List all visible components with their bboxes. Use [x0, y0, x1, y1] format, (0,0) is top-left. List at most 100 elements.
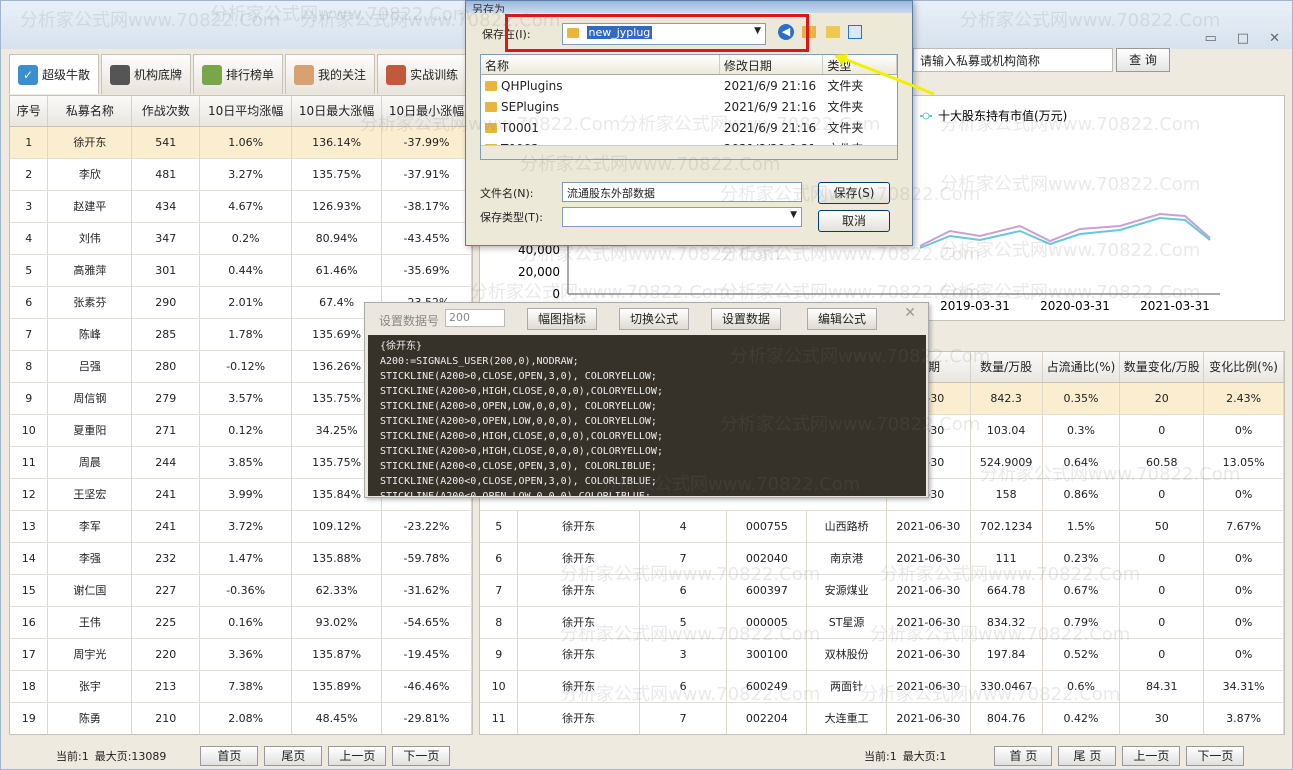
first-page-button[interactable]: 首页 [200, 746, 259, 766]
table-cell: 50 [1119, 510, 1205, 543]
table-cell: 李强 [47, 542, 133, 575]
chart-indicator-button[interactable]: 幅图指标 [527, 308, 597, 330]
table-cell: 664.78 [970, 574, 1043, 607]
table-row[interactable]: 18 张宇 213 7.38% 135.89% -46.46% [10, 670, 472, 703]
table-row[interactable]: 5 高雅萍 301 0.44% 61.46% -35.69% [10, 254, 472, 287]
first-page-button[interactable]: 首 页 [994, 746, 1053, 766]
column-header[interactable]: 数量变化/万股 [1119, 352, 1205, 383]
table-cell: 84.31 [1119, 670, 1205, 703]
last-page-button[interactable]: 尾页 [264, 746, 323, 766]
table-cell: 34.31% [1203, 670, 1284, 703]
filename-input[interactable]: 流通股东外部数据 [562, 182, 802, 202]
table-row[interactable]: 16 王伟 225 0.16% 93.02% -54.65% [10, 606, 472, 639]
column-header[interactable]: 私募名称 [47, 96, 133, 127]
table-cell: 330.0467 [970, 670, 1043, 703]
column-header[interactable]: 10日最大涨幅 [291, 96, 383, 127]
table-row[interactable]: 5 徐开东 4 000755 山西路桥 2021-06-30 702.1234 1.5% 50 7… [480, 510, 1284, 543]
column-header[interactable]: 数量/万股 [970, 352, 1043, 383]
table-cell: 000755 [726, 510, 808, 543]
last-page-button[interactable]: 尾 页 [1058, 746, 1117, 766]
tab-label: 实战训练 [410, 68, 459, 82]
formula-code[interactable]: {徐开东} A200:=SIGNALS_USER(200,0),NODRAW; … [368, 335, 926, 496]
table-cell: 804.76 [970, 702, 1043, 734]
table-row[interactable]: 13 李军 241 3.72% 109.12% -23.22% [10, 510, 472, 543]
switch-formula-button[interactable]: 切换公式 [619, 308, 689, 330]
table-cell: 9 [10, 382, 49, 415]
search-input[interactable]: 请输入私募或机构简称 [913, 48, 1113, 72]
table-cell: 280 [131, 350, 201, 383]
table-row[interactable]: 11 徐开东 7 002204 大连重工 2021-06-30 804.76 0.42% 30 3… [480, 702, 1284, 734]
tab-training[interactable]: 实战训练 [377, 54, 468, 94]
minimize-icon[interactable]: ▭ [1205, 31, 1217, 46]
table-cell: 48.45% [291, 702, 383, 734]
x-tick: 2021-03-31 [1140, 299, 1210, 313]
column-header[interactable]: 作战次数 [131, 96, 201, 127]
set-data-button[interactable]: 设置数据 [711, 308, 781, 330]
table-cell: 227 [131, 574, 201, 607]
close-icon[interactable]: ✕ [904, 305, 916, 321]
tab-institution[interactable]: 机构底牌 [101, 54, 192, 94]
table-row[interactable]: 8 徐开东 5 000005 ST星源 2021-06-30 834.32 0.79% 0 0% [480, 606, 1284, 639]
column-header[interactable]: 10日最小涨幅 [381, 96, 472, 127]
table-row[interactable]: 2 李欣 481 3.27% 135.75% -37.91% [10, 158, 472, 191]
table-row[interactable]: 9 徐开东 3 300100 双林股份 2021-06-30 197.84 0.52% 0 0% [480, 638, 1284, 671]
edit-formula-button[interactable]: 编辑公式 [807, 308, 877, 330]
table-cell: 0.67% [1042, 574, 1121, 607]
table-row[interactable]: 10 徐开东 6 600249 两面针 2021-06-30 330.0467 0.6% 84.… [480, 670, 1284, 703]
tab-label: 超级牛散 [42, 68, 91, 82]
table-cell: 3.36% [199, 638, 293, 671]
y-tick: 0 [552, 287, 560, 301]
save-button[interactable]: 保存(S) [818, 182, 890, 204]
filetype-select[interactable]: ▼ [562, 207, 802, 227]
column-header[interactable]: 占流通比(%) [1042, 352, 1121, 383]
table-cell: 2.01% [199, 286, 293, 319]
table-cell: 0% [1203, 414, 1284, 447]
filename-label: 文件名(N): [480, 187, 534, 200]
column-date[interactable]: 修改日期 [720, 55, 824, 74]
tab-watchlist[interactable]: 我的关注 [285, 54, 376, 94]
table-cell: 0.35% [1042, 382, 1121, 415]
table-cell: 张宇 [47, 670, 133, 703]
table-cell: 111 [970, 542, 1043, 575]
new-folder-icon[interactable] [826, 26, 840, 38]
next-page-button[interactable]: 下一页 [392, 746, 451, 766]
table-row[interactable]: 1 徐开东 541 1.06% 136.14% -37.99% [10, 126, 472, 159]
horizontal-scrollbar[interactable] [481, 145, 897, 159]
maximize-icon[interactable]: □ [1237, 31, 1249, 46]
column-header[interactable]: 序号 [10, 96, 49, 127]
table-cell: 周宇光 [47, 638, 133, 671]
next-page-button[interactable]: 下一页 [1186, 746, 1245, 766]
table-cell: 5 [10, 254, 49, 287]
cancel-button[interactable]: 取消 [818, 210, 890, 232]
column-header[interactable]: 10日平均涨幅 [199, 96, 293, 127]
current-page: 当前:1 [56, 750, 89, 763]
tab-super-investor[interactable]: ✓ 超级牛散 [9, 54, 100, 94]
view-menu-icon[interactable] [848, 25, 862, 39]
folder-icon [485, 102, 497, 112]
table-row[interactable]: 17 周宇光 220 3.36% 135.87% -19.45% [10, 638, 472, 671]
table-row[interactable]: 3 赵建平 434 4.67% 126.93% -38.17% [10, 190, 472, 223]
prev-page-button[interactable]: 上一页 [1122, 746, 1181, 766]
table-cell: 135.75% [291, 158, 383, 191]
formula-toolbar: 设置数据号 200 幅图指标 切换公式 设置数据 编辑公式 ✕ [365, 303, 928, 335]
chevron-down-icon[interactable]: ▼ [790, 210, 797, 220]
table-cell: 241 [131, 510, 201, 543]
close-icon[interactable]: ✕ [1269, 31, 1280, 46]
column-name[interactable]: 名称 [481, 55, 720, 74]
table-row[interactable]: 7 徐开东 6 600397 安源煤业 2021-06-30 664.78 0.67% 0 0% [480, 574, 1284, 607]
prev-page-button[interactable]: 上一页 [328, 746, 387, 766]
table-cell: 0.3% [1042, 414, 1121, 447]
table-row[interactable]: 6 徐开东 7 002040 南京港 2021-06-30 111 0.23% 0 0% [480, 542, 1284, 575]
data-number-input[interactable]: 200 [445, 309, 505, 327]
file-row[interactable]: T0001 2021/6/9 21:16 文件夹 [481, 117, 897, 138]
table-cell: 山西路桥 [806, 510, 887, 543]
column-header[interactable]: 变化比例(%) [1203, 352, 1284, 383]
table-row[interactable]: 19 陈勇 210 2.08% 48.45% -29.81% [10, 702, 472, 734]
table-cell: 347 [131, 222, 201, 255]
tab-ranking[interactable]: 排行榜单 [193, 54, 284, 94]
table-row[interactable]: 4 刘伟 347 0.2% 80.94% -43.45% [10, 222, 472, 255]
file-name: SEPlugins [481, 100, 720, 114]
query-button[interactable]: 查 询 [1116, 48, 1170, 72]
table-row[interactable]: 14 李强 232 1.47% 135.88% -59.78% [10, 542, 472, 575]
table-row[interactable]: 15 谢仁国 227 -0.36% 62.33% -31.62% [10, 574, 472, 607]
